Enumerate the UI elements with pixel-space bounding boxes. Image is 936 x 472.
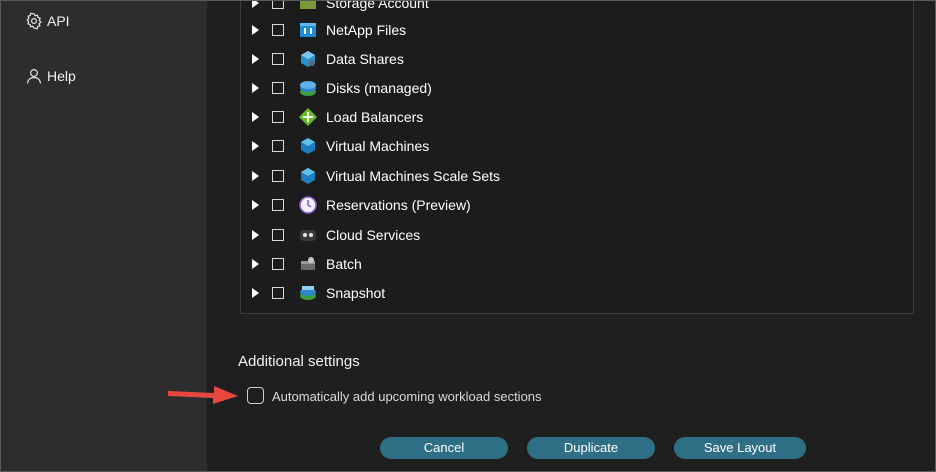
row-label: NetApp Files — [326, 21, 407, 38]
expand-arrow-icon[interactable] — [252, 287, 259, 298]
sidebar-item-help[interactable]: Help — [25, 67, 76, 85]
person-icon — [27, 69, 41, 84]
storage-account-icon — [299, 1, 317, 12]
disks-icon — [299, 79, 317, 97]
row-checkbox[interactable] — [272, 81, 284, 94]
expand-arrow-icon[interactable] — [252, 1, 259, 8]
additional-settings-title: Additional settings — [238, 353, 360, 370]
tree-row-netapp-files: NetApp Files — [241, 15, 913, 44]
tree-row-virtual-machines: Virtual Machines — [241, 131, 913, 160]
expand-arrow-icon[interactable] — [252, 111, 259, 122]
sidebar-item-label: API — [47, 13, 70, 29]
snapshot-icon — [299, 284, 317, 302]
row-label: Storage Account — [326, 1, 429, 11]
tree-row-reservations: Reservations (Preview) — [241, 190, 913, 219]
expand-arrow-icon[interactable] — [252, 140, 259, 151]
sidebar-item-label: Help — [47, 68, 76, 84]
tree-row-cloud-services: Cloud Services — [241, 220, 913, 249]
tree-row-data-shares: Data Shares — [241, 44, 913, 73]
expand-arrow-icon[interactable] — [252, 24, 259, 35]
clock-icon — [299, 195, 317, 214]
expand-arrow-icon[interactable] — [252, 229, 259, 240]
row-label: Virtual Machines Scale Sets — [326, 167, 501, 184]
expand-arrow-icon[interactable] — [252, 53, 259, 64]
tree-row-vm-scale-sets: Virtual Machines Scale Sets — [241, 161, 913, 190]
expand-arrow-icon[interactable] — [252, 199, 259, 210]
row-checkbox[interactable] — [272, 169, 284, 182]
expand-arrow-icon[interactable] — [252, 258, 259, 269]
batch-icon — [299, 255, 317, 273]
row-label: Disks (managed) — [326, 79, 432, 96]
vm-scale-set-icon — [299, 167, 317, 185]
data-shares-icon — [299, 50, 317, 68]
row-checkbox[interactable] — [272, 286, 284, 299]
tree-row-snapshot: Snapshot — [241, 278, 913, 307]
tree-row-batch: Batch — [241, 249, 913, 278]
load-balancer-icon — [299, 107, 317, 126]
row-label: Batch — [326, 255, 362, 272]
expand-arrow-icon[interactable] — [252, 170, 259, 181]
row-checkbox[interactable] — [272, 198, 284, 211]
sidebar-item-api[interactable]: API — [25, 12, 70, 30]
save-layout-button[interactable]: Save Layout — [674, 437, 806, 459]
tree-row-load-balancers: Load Balancers — [241, 102, 913, 131]
auto-add-workload-checkbox[interactable] — [247, 387, 264, 404]
row-checkbox[interactable] — [272, 52, 284, 65]
cloud-services-icon — [299, 226, 317, 244]
netapp-files-icon — [299, 21, 317, 39]
row-checkbox[interactable] — [272, 257, 284, 270]
row-label: Load Balancers — [326, 108, 424, 125]
tree-row-disks: Disks (managed) — [241, 73, 913, 102]
auto-add-workload-label: Automatically add upcoming workload sect… — [272, 389, 542, 404]
row-label: Reservations (Preview) — [326, 196, 471, 213]
row-checkbox[interactable] — [272, 228, 284, 241]
workload-tree[interactable]: Storage Account NetApp Files Data Shares — [240, 1, 914, 314]
virtual-machine-icon — [299, 137, 317, 155]
row-label: Snapshot — [326, 284, 386, 301]
expand-arrow-icon[interactable] — [252, 82, 259, 93]
row-checkbox[interactable] — [272, 1, 284, 9]
row-label: Data Shares — [326, 50, 404, 67]
row-checkbox[interactable] — [272, 139, 284, 152]
red-arrow-icon — [168, 386, 238, 404]
row-label: Cloud Services — [326, 226, 421, 243]
row-checkbox[interactable] — [272, 110, 284, 123]
gear-icon — [26, 12, 42, 30]
row-checkbox[interactable] — [272, 23, 284, 36]
duplicate-button[interactable]: Duplicate — [527, 437, 655, 459]
cancel-button[interactable]: Cancel — [380, 437, 508, 459]
main-panel: Storage Account NetApp Files Data Shares — [207, 1, 935, 471]
row-label: Virtual Machines — [326, 137, 430, 154]
